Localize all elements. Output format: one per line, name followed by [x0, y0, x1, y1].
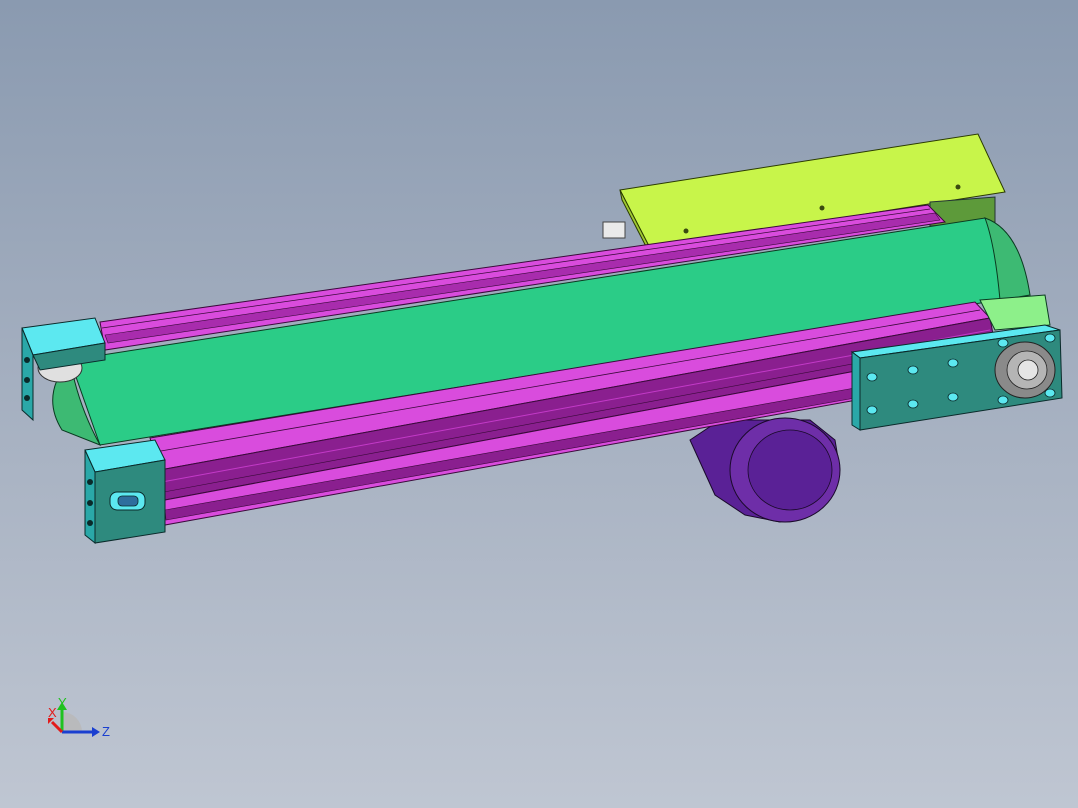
x-axis-label: X — [48, 705, 57, 720]
end-block-front-left[interactable] — [84, 439, 166, 545]
z-axis-label: Z — [102, 724, 110, 739]
y-axis-label: Y — [58, 695, 67, 710]
bearing-flange — [994, 341, 1056, 399]
axis-triad: X Y Z — [48, 695, 110, 739]
gear-motor[interactable] — [689, 417, 841, 523]
graphics-viewport[interactable]: X Y Z — [0, 0, 1078, 808]
model-view[interactable] — [0, 0, 1078, 808]
